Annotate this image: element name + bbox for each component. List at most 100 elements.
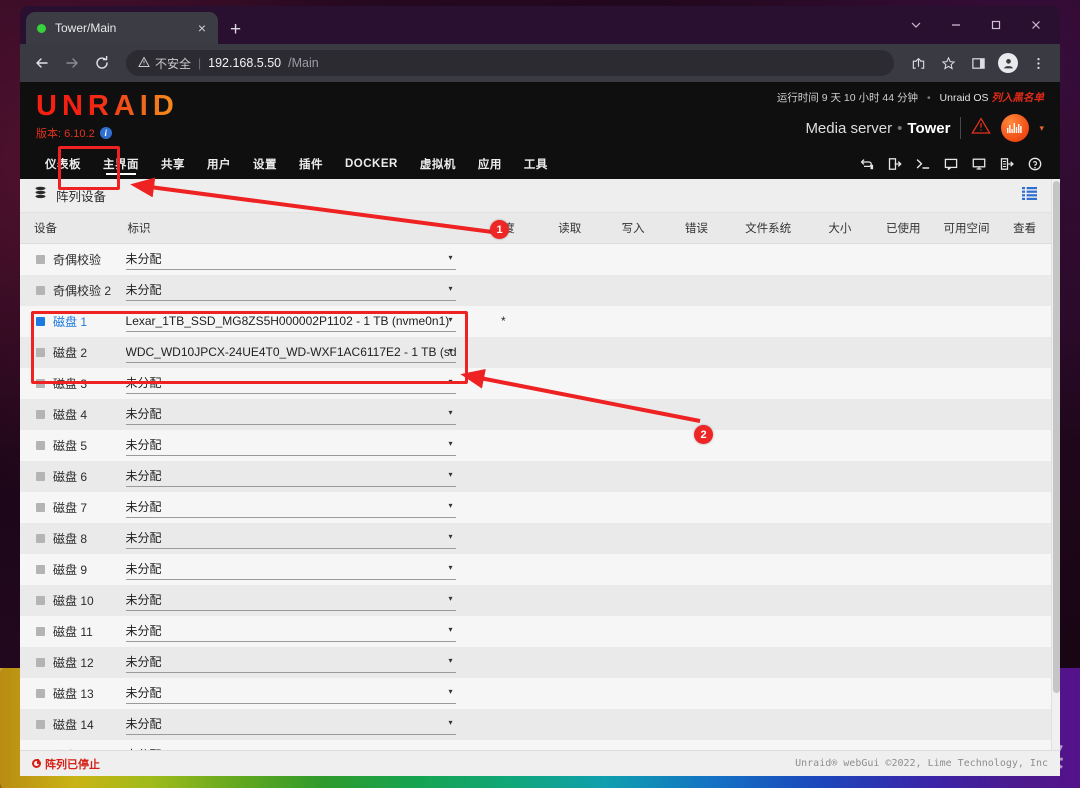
device-identity-select[interactable]: 未分配 ▾ xyxy=(125,683,457,704)
desktop-background: 值 什么值得买 Tower/Main × + xyxy=(0,0,1080,788)
col-identity[interactable]: 标识 xyxy=(125,213,469,244)
nav-item-main[interactable]: 主界面 xyxy=(92,148,150,179)
device-identity-select[interactable]: 未分配 ▾ xyxy=(125,559,457,580)
maximize-icon[interactable] xyxy=(976,12,1016,38)
device-identity-select[interactable]: 未分配 ▾ xyxy=(125,435,457,456)
log-icon[interactable] xyxy=(944,157,958,171)
cell-device: 磁盘 13 xyxy=(20,677,126,709)
list-view-icon[interactable] xyxy=(1022,186,1037,205)
table-row[interactable]: 磁盘 7 未分配 ▾ xyxy=(20,491,1051,523)
scrollbar-thumb[interactable] xyxy=(1053,181,1060,693)
col-errors[interactable]: 错误 xyxy=(664,213,729,244)
close-icon[interactable] xyxy=(1016,12,1056,38)
nav-item-settings[interactable]: 设置 xyxy=(242,148,288,179)
cell-reads xyxy=(538,677,602,709)
profile-avatar-icon[interactable] xyxy=(994,49,1022,77)
col-writes[interactable]: 写入 xyxy=(601,213,665,244)
device-identity-select[interactable]: 未分配 ▾ xyxy=(125,497,457,518)
table-row[interactable]: 磁盘 15未分配▾ xyxy=(20,739,1051,750)
device-label[interactable]: 磁盘 1 xyxy=(53,313,87,330)
insecure-label: 不安全 xyxy=(155,56,192,71)
table-row[interactable]: 磁盘 1 Lexar_1TB_SSD_MG8ZS5H000002P1102 - 1… xyxy=(20,305,1051,337)
forward-button[interactable] xyxy=(58,49,86,77)
logout-icon[interactable] xyxy=(888,157,902,171)
warning-triangle-icon[interactable] xyxy=(971,116,992,140)
browser-tab[interactable]: Tower/Main × xyxy=(26,12,218,44)
address-bar[interactable]: 不安全 | 192.168.5.50/Main xyxy=(126,50,894,76)
blacklist-badge[interactable]: 列入黑名单 xyxy=(992,92,1045,104)
nav-item-vms[interactable]: 虚拟机 xyxy=(409,148,467,179)
cell-view xyxy=(998,305,1051,337)
status-badge-array-stopped[interactable]: 阵列已停止 xyxy=(32,756,100,772)
col-view[interactable]: 查看 xyxy=(998,213,1051,244)
minimize-icon[interactable] xyxy=(936,12,976,38)
device-identity-select[interactable]: 未分配 ▾ xyxy=(125,621,457,642)
tab-close-icon[interactable]: × xyxy=(195,21,209,35)
col-filesystem[interactable]: 文件系统 xyxy=(728,213,809,244)
new-tab-button[interactable]: + xyxy=(230,20,241,39)
device-identity-value: 未分配 xyxy=(125,686,162,700)
cell-device: 奇偶校验 xyxy=(20,243,126,275)
col-free[interactable]: 可用空间 xyxy=(934,213,999,244)
col-size[interactable]: 大小 xyxy=(808,213,872,244)
col-device[interactable]: 设备 xyxy=(20,213,126,244)
bookmark-star-icon[interactable] xyxy=(934,49,962,77)
chevron-down-icon[interactable] xyxy=(896,12,936,38)
table-row[interactable]: 磁盘 6 未分配 ▾ xyxy=(20,460,1051,492)
activity-orb-icon[interactable] xyxy=(1001,114,1030,142)
reboot-icon[interactable] xyxy=(860,157,874,171)
table-row[interactable]: 磁盘 13 未分配 ▾ xyxy=(20,677,1051,709)
device-identity-select[interactable]: 未分配 ▾ xyxy=(125,466,457,487)
nav-item-dashboard[interactable]: 仪表板 xyxy=(34,148,92,179)
cell-writes xyxy=(601,429,665,461)
display-icon[interactable] xyxy=(972,157,986,171)
side-panel-icon[interactable] xyxy=(964,49,992,77)
nav-item-shares[interactable]: 共享 xyxy=(150,148,196,179)
device-identity-select[interactable]: 未分配 ▾ xyxy=(125,714,457,735)
back-button[interactable] xyxy=(28,49,56,77)
table-row[interactable]: 磁盘 2 WDC_WD10JPCX-24UE4T0_WD-WXF1AC6117E2… xyxy=(20,336,1051,368)
device-identity-select[interactable]: 未分配 ▾ xyxy=(125,280,457,301)
info-icon[interactable]: i xyxy=(99,127,112,139)
device-identity-select[interactable]: 未分配 ▾ xyxy=(125,249,457,270)
nav-item-docker[interactable]: DOCKER xyxy=(334,148,409,179)
col-used[interactable]: 已使用 xyxy=(871,213,935,244)
archive-icon[interactable] xyxy=(1000,157,1014,171)
help-icon[interactable] xyxy=(1028,157,1042,171)
nav-item-users[interactable]: 用户 xyxy=(196,148,242,179)
device-identity-select[interactable]: 未分配 ▾ xyxy=(125,373,457,394)
cell-used xyxy=(871,429,935,461)
chevron-down-icon[interactable]: ▾ xyxy=(1039,123,1044,134)
device-identity-select[interactable]: 未分配 ▾ xyxy=(125,404,457,425)
table-row[interactable]: 磁盘 14 未分配 ▾ xyxy=(20,708,1051,740)
table-row[interactable]: 磁盘 3 未分配 ▾ xyxy=(20,367,1051,399)
table-row[interactable]: 磁盘 5 未分配 ▾ xyxy=(20,429,1051,461)
terminal-icon[interactable] xyxy=(916,157,930,171)
nav-item-tools[interactable]: 工具 xyxy=(513,148,559,179)
vertical-scrollbar[interactable] xyxy=(1051,179,1060,750)
insecure-indicator[interactable]: 不安全 xyxy=(138,55,191,72)
table-row[interactable]: 磁盘 11 未分配 ▾ xyxy=(20,615,1051,647)
table-row[interactable]: 磁盘 12 未分配 ▾ xyxy=(20,646,1051,678)
device-identity-select[interactable]: Lexar_1TB_SSD_MG8ZS5H000002P1102 - 1 TB … xyxy=(125,311,457,332)
table-row[interactable]: 磁盘 4 未分配 ▾ xyxy=(20,398,1051,430)
device-label: 磁盘 3 xyxy=(53,376,88,391)
section-title: 阵列设备 xyxy=(56,190,107,204)
reload-button[interactable] xyxy=(88,49,116,77)
col-reads[interactable]: 读取 xyxy=(538,213,602,244)
table-row[interactable]: 奇偶校验 未分配 ▾ xyxy=(20,243,1051,275)
cell-free xyxy=(934,460,999,492)
table-row[interactable]: 磁盘 8 未分配 ▾ xyxy=(20,522,1051,554)
three-dot-menu-icon[interactable] xyxy=(1024,49,1052,77)
col-temperature[interactable]: 温度 xyxy=(468,213,539,244)
device-identity-select[interactable]: 未分配 ▾ xyxy=(125,652,457,673)
share-icon[interactable] xyxy=(904,49,932,77)
device-identity-select[interactable]: WDC_WD10JPCX-24UE4T0_WD-WXF1AC6117E2 - 1… xyxy=(125,342,457,363)
table-row[interactable]: 奇偶校验 2 未分配 ▾ xyxy=(20,274,1051,306)
nav-item-plugins[interactable]: 插件 xyxy=(288,148,334,179)
table-row[interactable]: 磁盘 10 未分配 ▾ xyxy=(20,584,1051,616)
nav-item-apps[interactable]: 应用 xyxy=(467,148,513,179)
table-row[interactable]: 磁盘 9 未分配 ▾ xyxy=(20,553,1051,585)
device-identity-select[interactable]: 未分配 ▾ xyxy=(125,590,457,611)
device-identity-select[interactable]: 未分配 ▾ xyxy=(125,528,457,549)
